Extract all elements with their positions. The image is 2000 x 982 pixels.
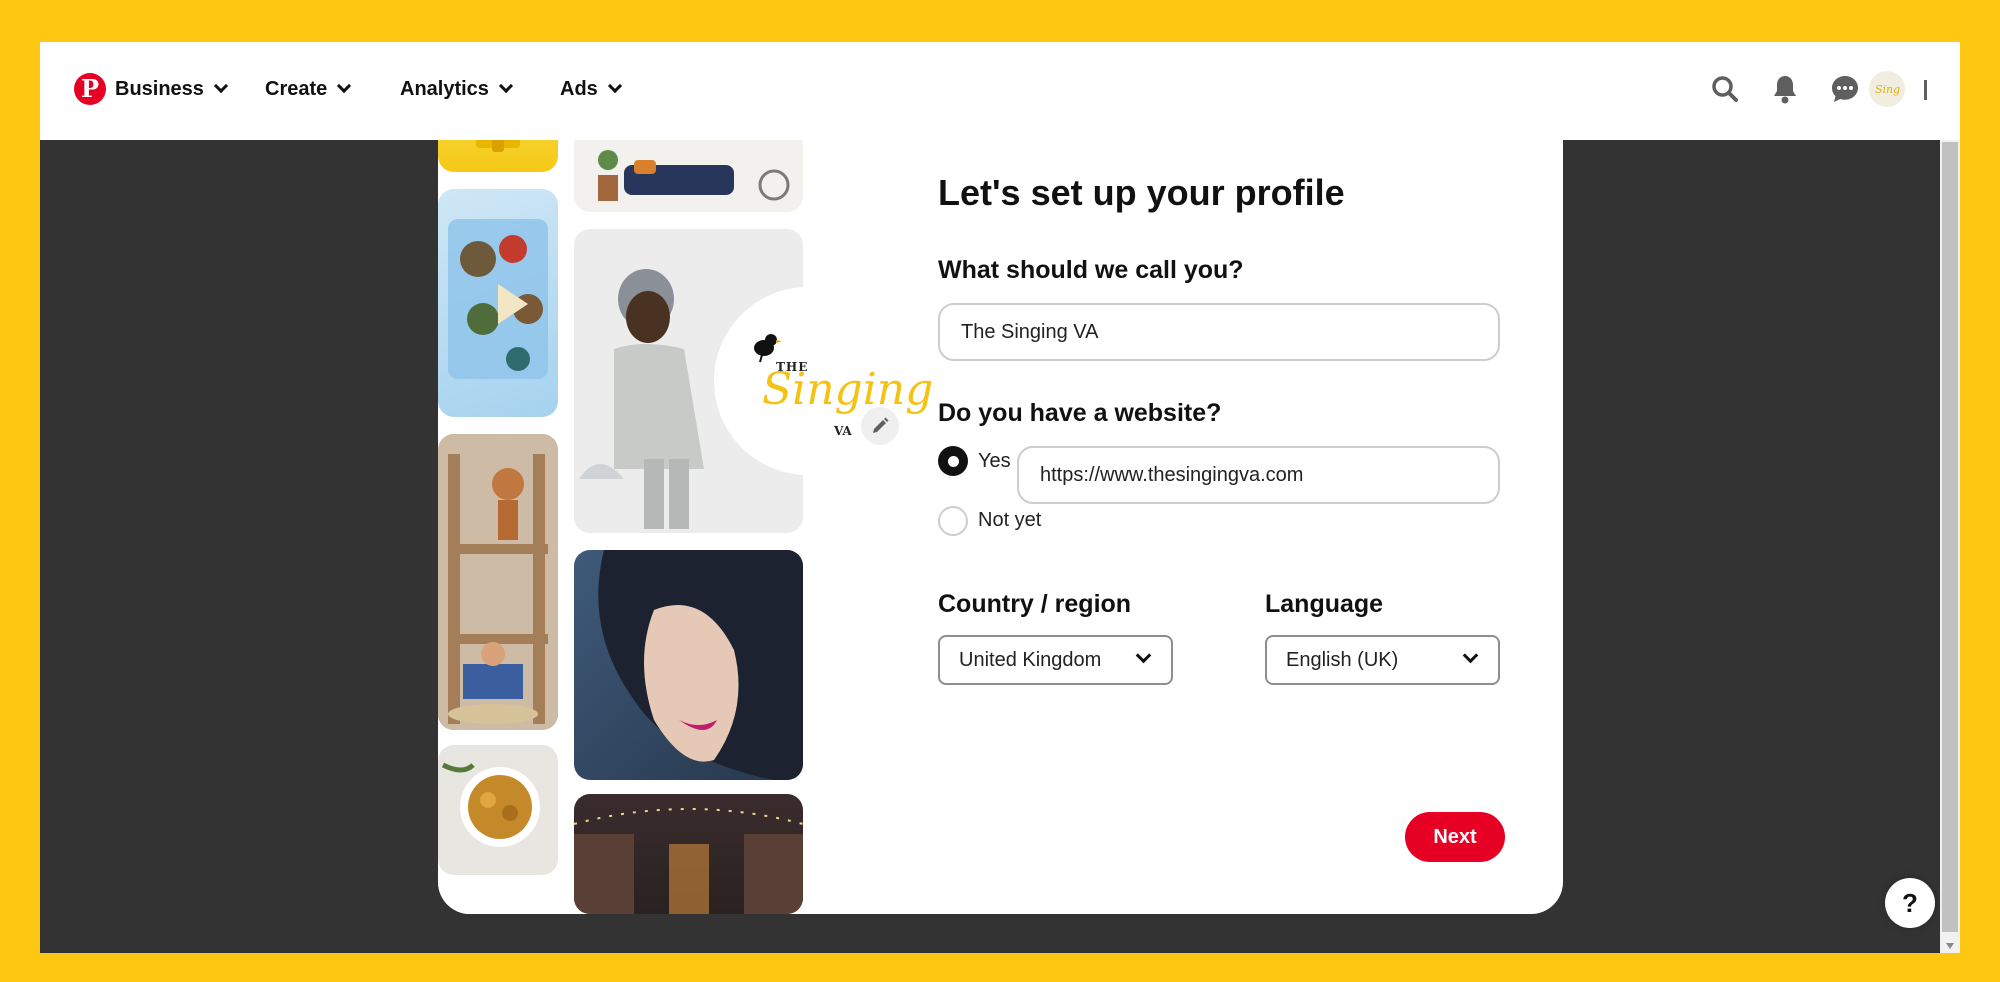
name-label: What should we call you? [938,256,1244,284]
top-nav-bar: P Business Create Analytics Ads Sing [40,42,1960,140]
radio-dot [947,455,959,467]
svg-text:Sing: Sing [1875,83,1900,96]
bell-icon[interactable] [1765,69,1805,109]
country-select[interactable]: United Kingdom [938,635,1173,685]
pinterest-logo-icon[interactable]: P [74,73,106,105]
nav-ads[interactable]: Ads [560,72,622,106]
scroll-down-arrow-icon[interactable] [1946,943,1954,949]
country-label: Country / region [938,590,1132,618]
logo-letter: P [80,74,100,103]
pin-kids-bunk-bed-image [438,434,558,730]
name-input[interactable]: The Singing VA [938,303,1500,361]
nav-ads-label: Ads [560,77,598,100]
chevron-down-icon [213,78,229,94]
pin-night-street-image [574,794,803,914]
next-button[interactable]: Next [1405,812,1505,862]
website-url-input[interactable]: https://www.thesingingva.com [1017,446,1500,504]
help-button[interactable]: ? [1885,878,1935,928]
app-window: P Business Create Analytics Ads Sing THE… [40,42,1960,953]
scrollbar-thumb[interactable] [1942,142,1958,932]
pin-snack-bowl-image [438,745,558,875]
logo-text-singing: Singing [762,364,934,415]
chevron-down-icon [1135,647,1152,664]
language-label: Language [1265,590,1384,618]
page-title: Let's set up your profile [938,172,1345,213]
account-menu-chevron[interactable] [1924,80,1927,100]
logo-text-va: VA [834,424,852,438]
website-label: Do you have a website? [938,399,1222,427]
profile-setup-modal: THE Singing VA Let's set up your profile… [438,140,1563,914]
language-select[interactable]: English (UK) [1265,635,1500,685]
website-yes-label[interactable]: Yes [978,450,1011,473]
edit-photo-button[interactable] [861,407,899,445]
nav-create-label: Create [265,77,328,100]
bird-logo-icon [754,334,782,363]
language-value: English (UK) [1286,648,1399,671]
pin-food-tray-image [438,189,558,417]
nav-analytics-label: Analytics [400,77,489,100]
chevron-down-icon [607,78,622,94]
pencil-icon [873,417,889,433]
website-yes-radio[interactable] [938,446,968,476]
country-value: United Kingdom [959,648,1102,671]
nav-business-label: Business [115,77,204,100]
nav-business[interactable]: Business [115,72,229,106]
chevron-down-icon [1462,647,1479,664]
pin-toy-plane-image [438,140,558,172]
search-icon[interactable] [1705,69,1745,109]
chevron-down-icon [1924,80,1927,100]
pin-living-room-image [574,140,803,212]
website-not-yet-radio[interactable] [938,506,968,536]
messages-icon[interactable] [1825,69,1865,109]
website-not-yet-label[interactable]: Not yet [978,509,1041,532]
nav-create[interactable]: Create [265,72,352,106]
nav-analytics[interactable]: Analytics [400,72,514,106]
profile-photo[interactable]: THE Singing VA [714,287,933,475]
chevron-down-icon [337,78,352,94]
pin-collage [438,140,803,914]
page-scrollbar[interactable] [1940,140,1960,953]
chevron-down-icon [498,78,514,94]
avatar[interactable]: Sing [1869,71,1905,107]
pin-woman-portrait-image [574,550,803,780]
